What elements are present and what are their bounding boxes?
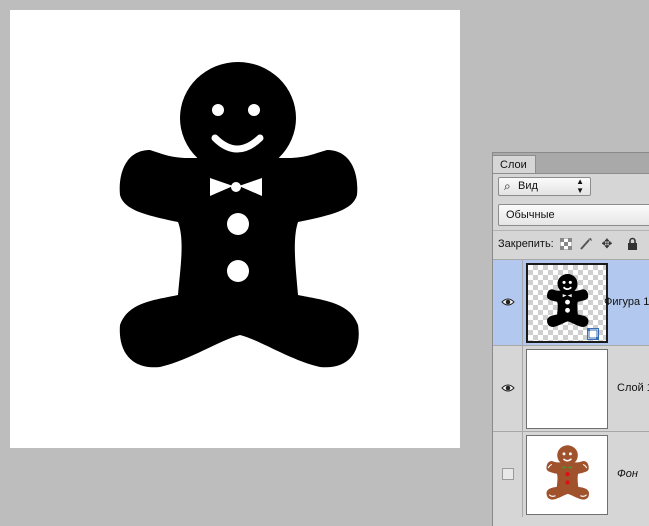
layer-thumbnail[interactable] xyxy=(526,263,608,343)
layer-row-pixel[interactable]: Слой 1 xyxy=(493,345,649,431)
visibility-column xyxy=(493,260,523,345)
lock-image-pixels-icon[interactable] xyxy=(579,236,593,252)
layer-row-background[interactable]: Фон xyxy=(493,431,649,517)
visibility-toggle-off[interactable] xyxy=(502,468,514,480)
eye-icon[interactable] xyxy=(501,296,515,308)
lock-label: Закрепить: xyxy=(498,238,554,250)
visibility-column xyxy=(493,432,523,517)
document-canvas[interactable] xyxy=(10,10,460,448)
select-arrows-icon: ▲ ▼ xyxy=(576,177,584,195)
panel-tab-bar: Слои xyxy=(493,153,649,174)
visibility-column xyxy=(493,346,523,431)
blend-mode-select[interactable]: Обычные xyxy=(498,204,649,226)
layer-filter-label: Вид xyxy=(518,180,538,192)
lock-transparent-pixels-icon[interactable] xyxy=(559,236,573,252)
tab-layers[interactable]: Слои xyxy=(493,155,536,173)
eye-icon[interactable] xyxy=(501,382,515,394)
layer-name[interactable]: Фигура 1 xyxy=(604,296,649,308)
gingerbread-cookie-thumbnail-icon xyxy=(546,445,589,500)
gingerbread-silhouette xyxy=(119,62,359,368)
layers-panel: Слои ⌕ Вид ▲ ▼ Обычные Закрепить: ✥ Фигу… xyxy=(492,152,649,526)
shape-layer-badge-icon xyxy=(587,328,599,340)
layer-name[interactable]: Фон xyxy=(617,468,638,480)
layer-row-shape[interactable]: Фигура 1 xyxy=(493,259,649,345)
lock-position-icon[interactable]: ✥ xyxy=(600,236,614,252)
layer-filter-select[interactable]: ⌕ Вид ▲ ▼ xyxy=(498,177,591,196)
search-icon: ⌕ xyxy=(504,179,511,193)
layer-name[interactable]: Слой 1 xyxy=(617,382,649,394)
lock-all-icon[interactable] xyxy=(625,236,639,252)
layer-thumbnail[interactable] xyxy=(526,435,608,515)
layer-thumbnail[interactable] xyxy=(526,349,608,429)
lock-row: Закрепить: ✥ xyxy=(493,231,649,258)
